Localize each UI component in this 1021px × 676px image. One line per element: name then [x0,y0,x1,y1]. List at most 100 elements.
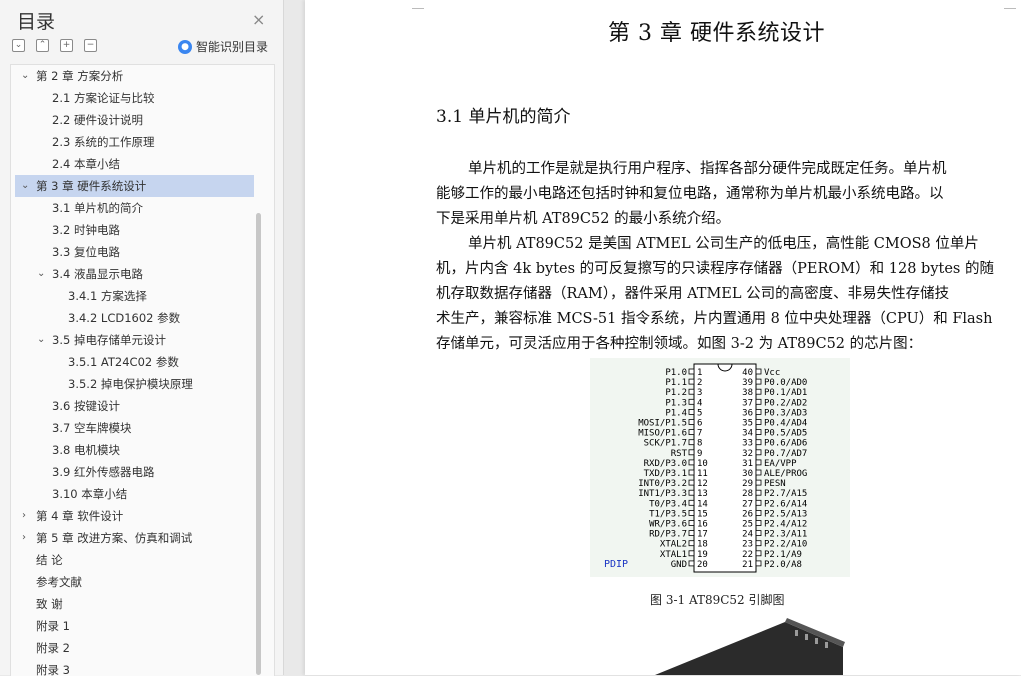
pin-box [755,409,762,415]
toc-item-label: 3.4.2 LCD1602 参数 [68,311,181,325]
pin-box [688,429,695,435]
paragraph-line: 机，片内含 4k bytes 的可反复擦写的只读程序存储器（PEROM）和 12… [436,261,994,277]
toc-item-ch3[interactable]: ⌄ 第 3 章 硬件系统设计 [15,175,254,197]
pin-label-left: INT1/P3.3 [638,489,687,499]
pin-number-right: 36 [742,408,753,418]
paragraph-line: 能够工作的最小电路还包括时钟和复位电路，通常称为单片机最小系统电路。以 [436,186,944,202]
toc-item-label: 2.1 方案论证与比较 [52,91,155,105]
toc-item-3-10[interactable]: 3.10 本章小结 [15,483,254,505]
toc-item-2-4[interactable]: 2.4 本章小结 [15,153,254,175]
remove-heading-icon[interactable]: − [84,39,97,52]
chevron-down-icon[interactable]: ⌄ [21,175,29,197]
toc-item-3-8[interactable]: 3.8 电机模块 [15,439,254,461]
pin-label-left: P1.4 [665,408,687,418]
toc-item-3-4-2[interactable]: 3.4.2 LCD1602 参数 [15,307,254,329]
pin-box [688,398,695,405]
pin-box [688,409,695,415]
toc-item-label: 第 2 章 方案分析 [36,69,124,83]
toc-item-ch2[interactable]: ⌄ 第 2 章 方案分析 [15,65,254,87]
toc-item-2-2[interactable]: 2.2 硬件设计说明 [15,109,254,131]
pin-number-left: 3 [697,388,702,398]
pin-label-left: INT0/P3.2 [638,479,687,489]
expand-all-icon[interactable]: ⌃ [36,39,49,52]
toc-item-3-4[interactable]: ⌄ 3.4 液晶显示电路 [15,263,254,285]
toc-item-3-1[interactable]: 3.1 单片机的简介 [15,197,254,219]
chevron-down-icon[interactable]: ⌄ [21,65,29,87]
pin-number-right: 24 [742,530,753,540]
toc-item-3-5-1[interactable]: 3.5.1 AT24C02 参数 [15,351,254,373]
toc-item-appendix-2[interactable]: 附录 2 [15,637,254,659]
toc-item-label: 3.6 按键设计 [52,399,120,413]
pin-number-right: 37 [742,398,753,408]
pin-label-right: Vcc [764,368,780,378]
pin-box [688,479,695,486]
pin-number-left: 6 [697,419,702,429]
pin-box [755,469,762,476]
toc-item-ch4[interactable]: › 第 4 章 软件设计 [15,505,254,527]
toc-item-3-3[interactable]: 3.3 复位电路 [15,241,254,263]
pin-box [688,520,695,526]
toc-item-label: 附录 2 [36,641,70,655]
toc-item-label: 2.2 硬件设计说明 [52,113,143,127]
pin-label-left: XTAL1 [660,550,687,560]
toc-item-label: 3.10 本章小结 [52,487,128,501]
pin-label-right: P2.0/A8 [764,560,802,570]
pin-box [755,560,762,567]
toc-item-3-7[interactable]: 3.7 空车牌模块 [15,417,254,439]
pin-number-left: 14 [697,499,708,509]
paragraph-line: 存储单元，可灵活应用于各种控制领域。如图 3-2 为 AT89C52 的芯片图： [436,336,923,352]
pin-box [688,378,695,385]
pin-number-right: 22 [742,550,753,560]
chevron-right-icon[interactable]: › [22,527,26,549]
chevron-down-icon[interactable]: ⌄ [37,263,45,285]
pin-label-left: P1.3 [665,398,687,408]
paragraph-line: 机存取数据存储器（RAM），器件采用 ATMEL 公司的高密度、非易失性存储技 [436,286,950,302]
paragraph-line: 单片机的工作是就是执行用户程序、指挥各部分硬件完成既定任务。单片机 [468,161,947,177]
toc-item-2-3[interactable]: 2.3 系统的工作原理 [15,131,254,153]
toc-item-3-6[interactable]: 3.6 按键设计 [15,395,254,417]
pin-box [755,439,762,446]
toc-scrollbar[interactable] [256,213,261,675]
toc-item-label: 3.9 红外传感器电路 [52,465,155,479]
toc-item-label: 3.5 掉电存储单元设计 [52,333,166,347]
toc-item-conclusion[interactable]: 结 论 [15,549,254,571]
pin-number-left: 2 [697,378,702,388]
toc-item-appendix-3[interactable]: 附录 3 [15,659,254,676]
pinout-diagram: P1.0 1 40 VccP1.1 2 39 P0.0/AD0P1.2 3 38 P0.1/AD1… [604,363,807,573]
toc-item-3-4-1[interactable]: 3.4.1 方案选择 [15,285,254,307]
chevron-right-icon[interactable]: › [22,505,26,527]
pin-box [755,509,762,516]
toc-item-3-5[interactable]: ⌄ 3.5 掉电存储单元设计 [15,329,254,351]
pin-label-left: TXD/P3.1 [644,469,687,479]
toc-item-label: 3.5.1 AT24C02 参数 [68,355,179,369]
pin-number-right: 25 [742,520,753,530]
pin-box [755,388,762,395]
chevron-down-icon[interactable]: ⌄ [37,329,45,351]
pin-number-right: 26 [742,509,753,519]
toc-item-thanks[interactable]: 致 谢 [15,593,254,615]
pin-box [688,439,695,446]
smart-toc-button[interactable]: ● 智能识别目录 [178,38,268,55]
pin-label-right: P0.3/AD3 [764,408,807,418]
toc-item-references[interactable]: 参考文献 [15,571,254,593]
pin-label-right: P2.6/A14 [764,499,807,509]
toc-item-appendix-1[interactable]: 附录 1 [15,615,254,637]
add-heading-icon[interactable]: + [60,39,73,52]
toc-item-label: 参考文献 [36,575,82,589]
toc-item-ch5[interactable]: › 第 5 章 改进方案、仿真和调试 [15,527,254,549]
pin-label-right: P2.3/A11 [764,530,807,540]
close-icon[interactable]: × [252,10,265,29]
toc-item-3-9[interactable]: 3.9 红外传感器电路 [15,461,254,483]
pin-label-left: XTAL2 [660,540,687,550]
toc-item-2-1[interactable]: 2.1 方案论证与比较 [15,87,254,109]
toc-item-label: 第 4 章 软件设计 [36,509,124,523]
pin-label-right: PESN [764,479,786,489]
toc-item-3-5-2[interactable]: 3.5.2 掉电保护模块原理 [15,373,254,395]
toc-item-3-2[interactable]: 3.2 时钟电路 [15,219,254,241]
pin-number-left: 10 [697,459,708,469]
pin-label-right: P0.2/AD2 [764,398,807,408]
pin-box [755,398,762,405]
collapse-all-icon[interactable]: ⌄ [12,39,25,52]
pin-label-right: EA/VPP [764,459,797,469]
pin-box [688,560,695,567]
